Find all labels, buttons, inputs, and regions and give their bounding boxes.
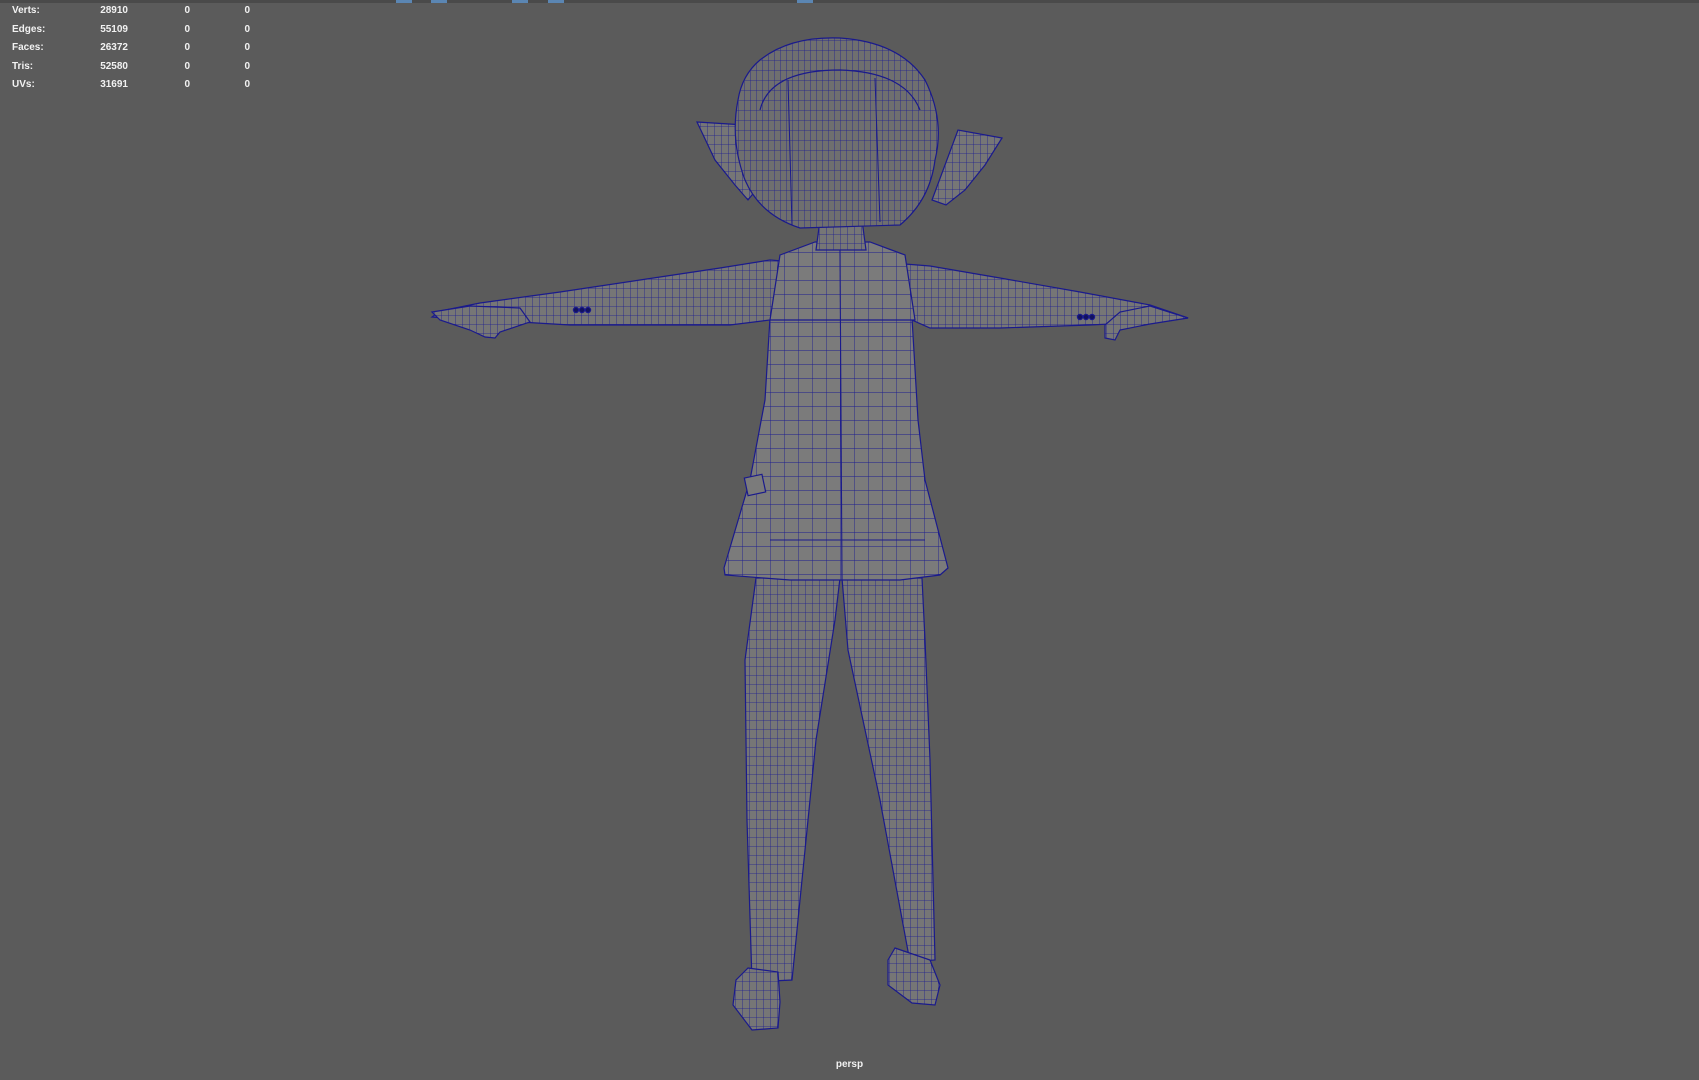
- cuff-button: [578, 306, 586, 314]
- hud-row-edges: Edges: 55109 0 0: [12, 21, 252, 40]
- hud-total-value: 26372: [100, 42, 128, 54]
- hud-label: Faces:: [12, 42, 44, 54]
- hud-component-value: 0: [244, 5, 250, 16]
- head-hair: [734, 37, 939, 229]
- hud-row-faces: Faces: 26372 0 0: [12, 39, 252, 58]
- hud-component-value: 0: [244, 60, 250, 72]
- hud-selected-value: 0: [184, 42, 190, 54]
- cuff-button: [1076, 313, 1084, 321]
- coat: [723, 317, 949, 581]
- right-ear: [931, 129, 1003, 206]
- hud-label: Verts:: [12, 5, 40, 16]
- hud-component-value: 0: [244, 79, 250, 91]
- left-shoe: [732, 967, 781, 1031]
- cuff-button: [572, 306, 580, 314]
- pocket-flap: [743, 473, 767, 497]
- hud-total-value: 28910: [100, 5, 128, 16]
- camera-label: persp: [835, 1059, 864, 1070]
- poly-count-hud: Verts: 28910 0 0 Edges: 55109 0 0 Faces:…: [12, 2, 252, 95]
- hud-total-value: 55109: [100, 23, 128, 35]
- hud-total-value: 31691: [100, 79, 128, 91]
- hud-selected-value: 0: [184, 23, 190, 35]
- hud-selected-value: 0: [184, 60, 190, 72]
- hud-row-uvs: UVs: 31691 0 0: [12, 76, 252, 95]
- character-model: [430, 37, 1189, 1031]
- left-hand: [430, 305, 531, 339]
- hud-selected-value: 0: [184, 5, 190, 16]
- right-leg: [841, 577, 936, 963]
- hud-component-value: 0: [244, 23, 250, 35]
- hud-label: UVs:: [12, 79, 35, 91]
- character-mesh[interactable]: [0, 0, 1699, 1080]
- cuff-button: [1082, 313, 1090, 321]
- hud-row-verts: Verts: 28910 0 0: [12, 2, 252, 21]
- upper-back: [769, 241, 916, 321]
- hud-component-value: 0: [244, 42, 250, 54]
- 3d-viewport[interactable]: Verts: 28910 0 0 Edges: 55109 0 0 Faces:…: [0, 0, 1699, 1080]
- cuff-button: [584, 306, 592, 314]
- hud-label: Tris:: [12, 60, 34, 72]
- hud-selected-value: 0: [184, 79, 190, 91]
- hud-label: Edges:: [12, 23, 46, 35]
- hud-row-tris: Tris: 52580 0 0: [12, 58, 252, 77]
- hud-total-value: 52580: [100, 60, 128, 72]
- left-leg: [744, 577, 841, 983]
- cuff-button: [1088, 313, 1096, 321]
